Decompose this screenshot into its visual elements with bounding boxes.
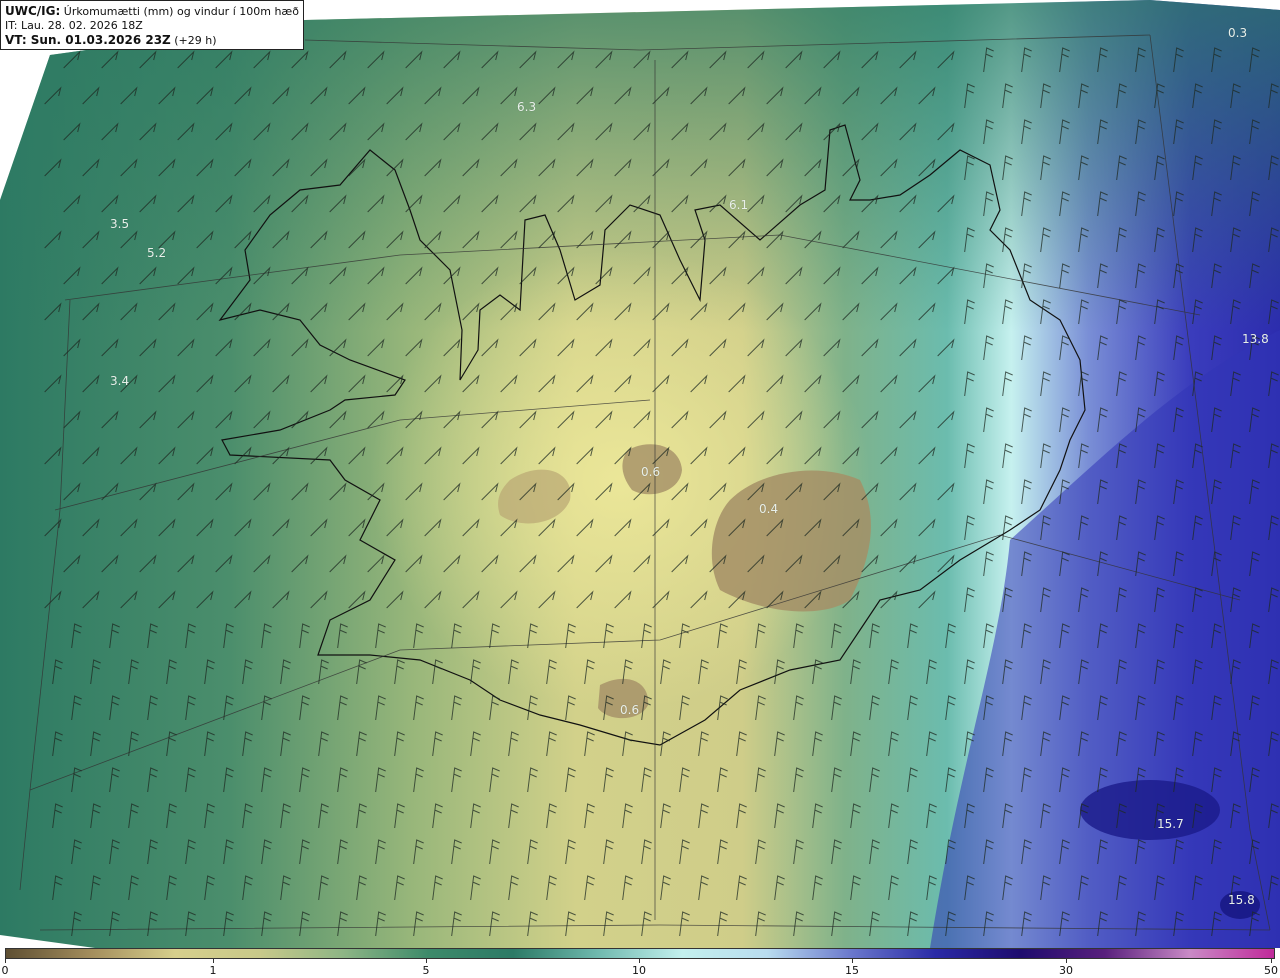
colorbar-tickmark bbox=[426, 959, 427, 963]
map-value-label: 3.5 bbox=[110, 217, 130, 231]
map-value-label: 6.3 bbox=[517, 100, 537, 114]
map-value-label: 5.2 bbox=[147, 246, 167, 260]
colorbar-tick-label: 15 bbox=[845, 964, 859, 977]
map-value-label: 13.8 bbox=[1242, 332, 1269, 346]
colorbar-tick-label: 10 bbox=[632, 964, 646, 977]
product-title: Úrkomumætti (mm) og vindur í 100m hæð bbox=[63, 5, 299, 18]
map-value-label: 0.3 bbox=[1228, 26, 1248, 40]
precipitation-map bbox=[0, 0, 1280, 948]
map-value-label: 6.1 bbox=[729, 198, 749, 212]
colorbar-tick-label: 1 bbox=[209, 964, 217, 977]
colorbar-tick-label: 30 bbox=[1059, 964, 1073, 977]
colorbar-tickmark bbox=[1271, 959, 1272, 963]
colorbar bbox=[5, 948, 1275, 959]
lead-time: (+29 h) bbox=[174, 34, 217, 47]
map-value-label: 0.6 bbox=[641, 465, 661, 479]
map-value-label: 3.4 bbox=[110, 374, 130, 388]
model-label: UWC/IG: bbox=[5, 4, 61, 18]
map-value-label: 15.8 bbox=[1228, 893, 1255, 907]
map-value-label: 15.7 bbox=[1157, 817, 1184, 831]
map-value-label: 0.4 bbox=[759, 502, 779, 516]
init-time: IT: Lau. 28. 02. 2026 18Z bbox=[5, 19, 143, 32]
map-info-box: UWC/IG: Úrkomumætti (mm) og vindur í 100… bbox=[0, 0, 304, 50]
colorbar-tickmark bbox=[1066, 959, 1067, 963]
valid-time: VT: Sun. 01.03.2026 23Z bbox=[5, 33, 171, 47]
colorbar-tick-label: 0 bbox=[1, 964, 9, 977]
colorbar-tickmark bbox=[5, 959, 6, 963]
colorbar-tickmark bbox=[639, 959, 640, 963]
map-value-label: 0.6 bbox=[620, 703, 640, 717]
colorbar-tick-label: 5 bbox=[422, 964, 430, 977]
colorbar-tickmark bbox=[852, 959, 853, 963]
colorbar-tickmark bbox=[213, 959, 214, 963]
colorbar-legend: 0 1 5 10 15 30 50 bbox=[0, 948, 1280, 978]
colorbar-tick-label: 50 bbox=[1264, 964, 1278, 977]
map-area: UWC/IG: Úrkomumætti (mm) og vindur í 100… bbox=[0, 0, 1280, 948]
